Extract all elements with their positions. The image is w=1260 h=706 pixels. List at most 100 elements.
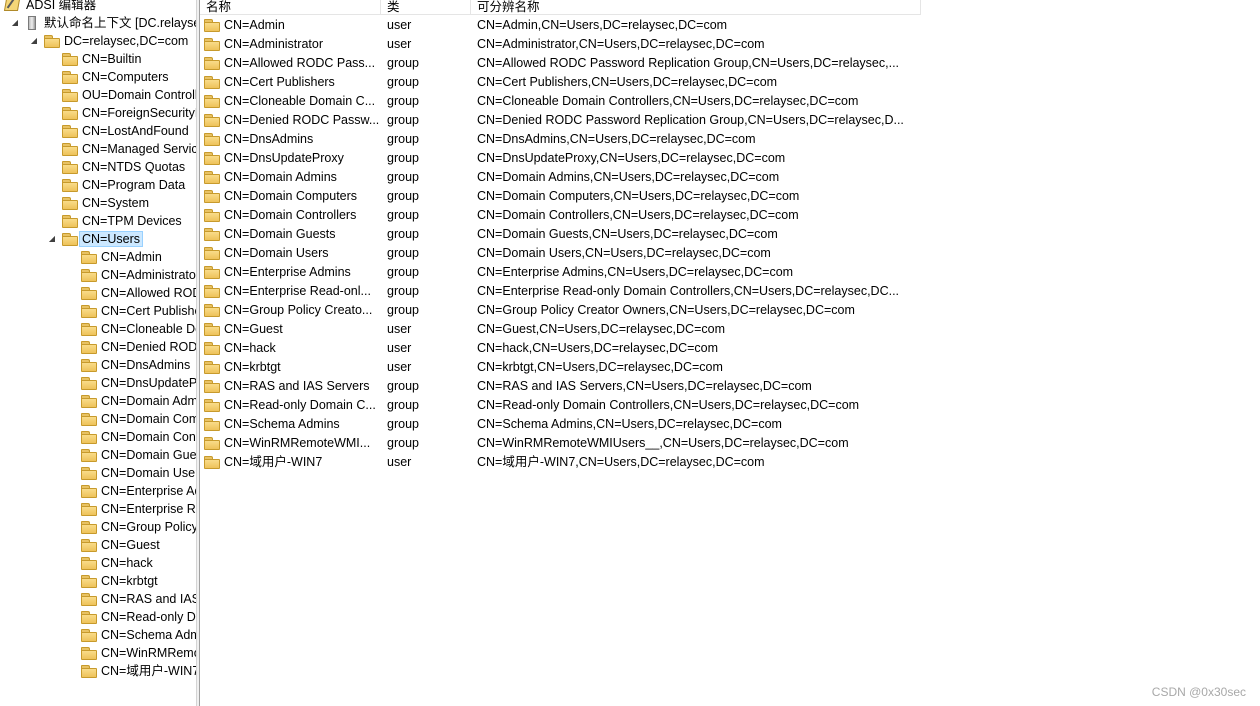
tree-item-user-object[interactable]: CN=Cloneable Domain Controllers — [81, 320, 196, 338]
triangle-down-icon[interactable]: ◢ — [47, 230, 57, 248]
tree-item-container[interactable]: CN=Builtin — [62, 50, 196, 68]
table-row[interactable]: CN=hack user CN=hack,CN=Users,DC=relaysec,… — [200, 339, 1120, 358]
cell-class: group — [387, 113, 419, 127]
table-row[interactable]: CN=Denied RODC Passw... group CN=Denied RO… — [200, 111, 1120, 130]
table-row[interactable]: CN=Domain Computers group CN=Domain Comput… — [200, 187, 1120, 206]
tree-item-label: CN=Program Data — [82, 178, 186, 192]
tree-item-user-object[interactable]: CN=Domain Users — [81, 464, 196, 482]
tree-item-label: CN=Guest — [101, 538, 160, 552]
table-row[interactable]: CN=Cert Publishers group CN=Cert Publisher… — [200, 73, 1120, 92]
table-row[interactable]: CN=域用户-WIN7 user CN=域用户-WIN7,CN=Users,DC=r… — [200, 453, 1120, 472]
column-header-class[interactable]: 类 — [381, 0, 471, 15]
cell-dn: CN=Domain Admins,CN=Users,DC=relaysec,DC… — [477, 170, 780, 184]
tree-item-user-object[interactable]: CN=Domain Admins — [81, 392, 196, 410]
tree-item-container[interactable]: CN=Managed Service Accounts — [62, 140, 196, 158]
tree-item-label: CN=Enterprise Admins — [101, 484, 196, 498]
tree-item-user-object[interactable]: CN=hack — [81, 554, 196, 572]
tree-item-user-object[interactable]: CN=Group Policy Creator Owners — [81, 518, 196, 536]
folder-icon — [81, 575, 97, 588]
column-header-name[interactable]: 名称 — [200, 0, 381, 15]
table-row[interactable]: CN=Group Policy Creato... group CN=Group P… — [200, 301, 1120, 320]
tree-item-user-object[interactable]: CN=Domain Computers — [81, 410, 196, 428]
tree-item-user-object[interactable]: CN=Allowed RODC Password Replication Gro… — [81, 284, 196, 302]
tree-item-container[interactable]: CN=LostAndFound — [62, 122, 196, 140]
folder-icon — [204, 418, 220, 431]
tree-item-user-object[interactable]: CN=DnsAdmins — [81, 356, 196, 374]
tree-item-user-object[interactable]: CN=域用户-WIN7 — [81, 662, 196, 680]
table-row[interactable]: CN=Admin user CN=Admin,CN=Users,DC=relayse… — [200, 16, 1120, 35]
column-header-dn[interactable]: 可分辨名称 — [471, 0, 921, 15]
tree-item-user-object[interactable]: CN=Enterprise Admins — [81, 482, 196, 500]
cell-class: group — [387, 132, 419, 146]
tree-item-domain[interactable]: ◢ DC=relaysec,DC=com — [0, 32, 196, 50]
list-pane[interactable]: 名称 类 可分辨名称 CN=Admin user CN=Admin,CN=Users… — [200, 0, 1260, 706]
tree-item-user-object[interactable]: CN=Domain Controllers — [81, 428, 196, 446]
cell-name: CN=Domain Controllers — [204, 206, 380, 225]
cell-name-text: CN=Domain Users — [224, 246, 329, 260]
cell-name-text: CN=Cert Publishers — [224, 75, 335, 89]
tree-pane[interactable]: ADSI 编辑器 ◢ 默认命名上下文 [DC.relaysec.com] ◢ D… — [0, 0, 196, 706]
tree-item-label: CN=DnsAdmins — [101, 358, 191, 372]
table-row[interactable]: CN=Enterprise Admins group CN=Enterprise A… — [200, 263, 1120, 282]
tree-item-root[interactable]: ◢ 默认命名上下文 [DC.relaysec.com] — [0, 14, 196, 32]
tree-item-user-object[interactable]: CN=WinRMRemoteWMIUsers__ — [81, 644, 196, 662]
cell-dn: CN=Group Policy Creator Owners,CN=Users,… — [477, 303, 855, 317]
tree-item-user-object[interactable]: CN=Schema Admins — [81, 626, 196, 644]
cell-dn: CN=Allowed RODC Password Replication Gro… — [477, 56, 900, 70]
tree-item-container[interactable]: CN=NTDS Quotas — [62, 158, 196, 176]
tree-item-user-object[interactable]: CN=Enterprise Read-only Domain Controlle… — [81, 500, 196, 518]
cell-class: group — [387, 56, 419, 70]
cell-dn: CN=Cert Publishers,CN=Users,DC=relaysec,… — [477, 75, 778, 89]
tree-item-container[interactable]: CN=TPM Devices — [62, 212, 196, 230]
tree-item-container[interactable]: CN=Program Data — [62, 176, 196, 194]
tree-item-user-object[interactable]: CN=Read-only Domain Controllers — [81, 608, 196, 626]
cell-dn: CN=Enterprise Admins,CN=Users,DC=relayse… — [477, 265, 794, 279]
tree-item-user-object[interactable]: CN=Admin — [81, 248, 196, 266]
table-row[interactable]: CN=Schema Admins group CN=Schema Admins,CN… — [200, 415, 1120, 434]
tree-item-user-object[interactable]: CN=Denied RODC Password Replication Grou… — [81, 338, 196, 356]
tree-item-container[interactable]: CN=Computers — [62, 68, 196, 86]
table-row[interactable]: CN=Read-only Domain C... group CN=Read-onl… — [200, 396, 1120, 415]
folder-icon — [81, 629, 97, 642]
table-row[interactable]: CN=Enterprise Read-onl... group CN=Enterpr… — [200, 282, 1120, 301]
folder-icon — [81, 377, 97, 390]
table-row[interactable]: CN=WinRMRemoteWMI... group CN=WinRMRemoteW… — [200, 434, 1120, 453]
cell-name: CN=WinRMRemoteWMI... — [204, 434, 380, 453]
folder-icon — [204, 266, 220, 279]
tree-item-user-object[interactable]: CN=krbtgt — [81, 572, 196, 590]
table-row[interactable]: CN=krbtgt user CN=krbtgt,CN=Users,DC=relay… — [200, 358, 1120, 377]
table-row[interactable]: CN=Allowed RODC Pass... group CN=Allowed R… — [200, 54, 1120, 73]
tree-item-container[interactable]: OU=Domain Controllers — [62, 86, 196, 104]
tree-item-user-object[interactable]: CN=Guest — [81, 536, 196, 554]
tree-item-user-object[interactable]: CN=Administrator — [81, 266, 196, 284]
tree-item-label: CN=Builtin — [82, 52, 142, 66]
cell-dn: CN=Schema Admins,CN=Users,DC=relaysec,DC… — [477, 417, 782, 431]
triangle-down-icon[interactable]: ◢ — [29, 32, 39, 50]
tree-item-user-object[interactable]: CN=Domain Guests — [81, 446, 196, 464]
tree-item-user-object[interactable]: CN=Cert Publishers — [81, 302, 196, 320]
tree-item-user-object[interactable]: CN=RAS and IAS Servers — [81, 590, 196, 608]
folder-icon — [81, 395, 97, 408]
tree-item-users[interactable]: ◢ CN=Users — [0, 230, 196, 248]
cell-dn: CN=krbtgt,CN=Users,DC=relaysec,DC=com — [477, 360, 723, 374]
table-row[interactable]: CN=RAS and IAS Servers group CN=RAS and IA… — [200, 377, 1120, 396]
table-row[interactable]: CN=Domain Admins group CN=Domain Admins,CN… — [200, 168, 1120, 187]
folder-icon — [62, 215, 78, 228]
tree-item-label: CN=RAS and IAS Servers — [101, 592, 196, 606]
folder-icon — [44, 35, 60, 48]
table-row[interactable]: CN=Domain Guests group CN=Domain Guests,CN… — [200, 225, 1120, 244]
tree-item-container[interactable]: CN=ForeignSecurityPrincipals — [62, 104, 196, 122]
table-row[interactable]: CN=Domain Users group CN=Domain Users,CN=U… — [200, 244, 1120, 263]
triangle-down-icon[interactable]: ◢ — [10, 14, 20, 32]
table-row[interactable]: CN=DnsAdmins group CN=DnsAdmins,CN=Users,D… — [200, 130, 1120, 149]
tree-item-user-object[interactable]: CN=DnsUpdateProxy — [81, 374, 196, 392]
cell-class: user — [387, 37, 412, 51]
cell-name-text: CN=krbtgt — [224, 360, 281, 374]
table-row[interactable]: CN=Administrator user CN=Administrator,CN=… — [200, 35, 1120, 54]
table-row[interactable]: CN=Guest user CN=Guest,CN=Users,DC=relayse… — [200, 320, 1120, 339]
table-row[interactable]: CN=Cloneable Domain C... group CN=Cloneabl… — [200, 92, 1120, 111]
cell-dn: CN=hack,CN=Users,DC=relaysec,DC=com — [477, 341, 719, 355]
tree-item-container[interactable]: CN=System — [62, 194, 196, 212]
table-row[interactable]: CN=DnsUpdateProxy group CN=DnsUpdateProxy,… — [200, 149, 1120, 168]
table-row[interactable]: CN=Domain Controllers group CN=Domain Cont… — [200, 206, 1120, 225]
